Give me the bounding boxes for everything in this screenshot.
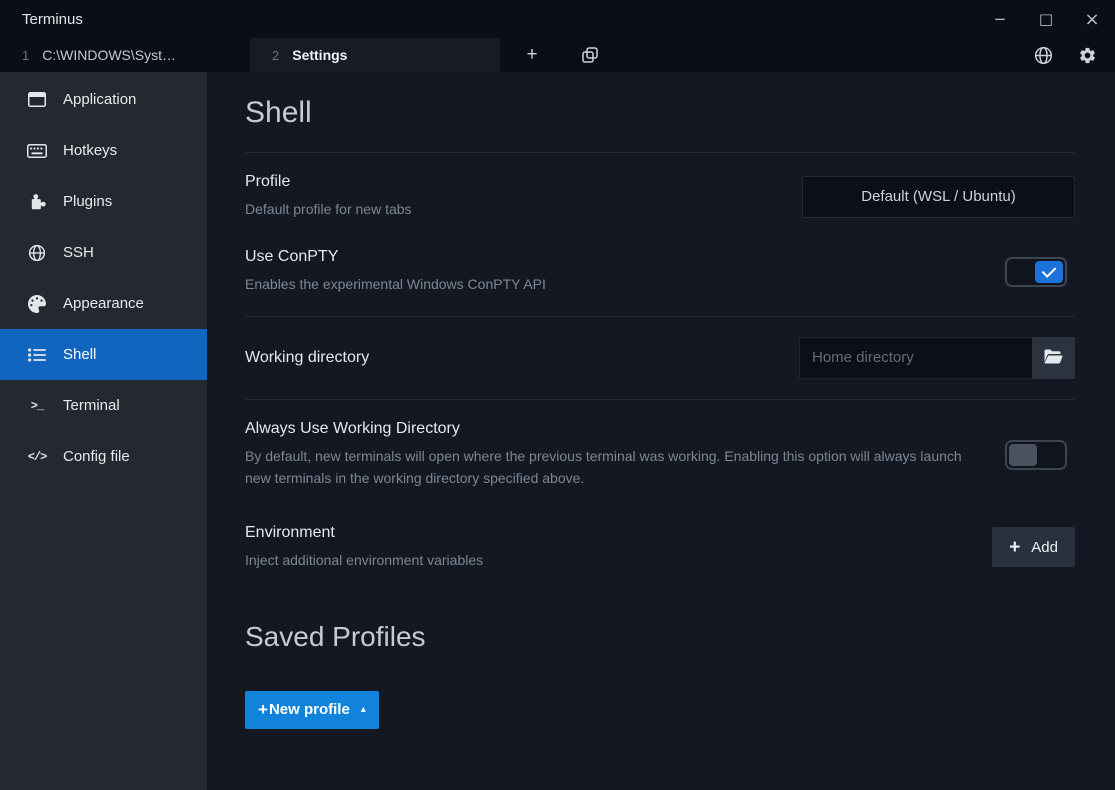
code-icon: </> — [27, 449, 48, 464]
setting-row-working-directory: Working directory — [245, 317, 1075, 399]
tab-label: Settings — [292, 47, 348, 63]
palette-icon — [26, 294, 48, 313]
close-button[interactable]: × — [1069, 0, 1115, 38]
toggle-knob — [1035, 261, 1063, 284]
titlebar[interactable]: Terminus − □ × — [0, 0, 1115, 38]
sidebar-item-ssh[interactable]: SSH — [0, 227, 207, 278]
profile-select-button[interactable]: Default (WSL / Ubuntu) — [802, 175, 1075, 218]
sidebar-item-config-file[interactable]: </> Config file — [0, 431, 207, 482]
add-button-label: Add — [1031, 538, 1058, 556]
settings-content: Shell Profile Default profile for new ta… — [207, 72, 1115, 790]
setting-description: Inject additional environment variables — [245, 551, 484, 568]
tab-label: C:\WINDOWS\Syst… — [42, 47, 177, 63]
plus-icon: + — [1009, 536, 1021, 558]
duplicate-tab-button[interactable] — [568, 38, 612, 72]
caret-up-icon: ▴ — [360, 704, 366, 716]
keyboard-icon — [26, 143, 48, 158]
maximize-button[interactable]: □ — [1023, 0, 1069, 38]
sidebar-item-label: Application — [63, 91, 137, 108]
tab-bar: 1 C:\WINDOWS\Syst… 2 Settings + — [0, 38, 1115, 72]
setting-label: Working directory — [245, 348, 370, 366]
setting-row-profile: Profile Default profile for new tabs Def… — [245, 153, 1075, 240]
sidebar-item-label: SSH — [63, 244, 94, 261]
new-tab-button[interactable]: + — [510, 38, 554, 72]
setting-description: Enables the experimental Windows ConPTY … — [245, 276, 546, 293]
setting-label: Use ConPTY — [245, 248, 339, 266]
tab-index: 2 — [272, 47, 280, 63]
gear-icon — [1078, 46, 1097, 65]
window-title: Terminus — [22, 10, 83, 28]
sidebar-item-appearance[interactable]: Appearance — [0, 278, 207, 329]
setting-label: Environment — [245, 523, 335, 541]
list-icon — [26, 347, 48, 362]
sidebar-item-label: Hotkeys — [63, 142, 118, 159]
browse-folder-button[interactable] — [1032, 336, 1075, 379]
tabbar-right-icons — [1021, 38, 1109, 72]
setting-row-environment: Environment Inject additional environmen… — [245, 510, 1075, 591]
sidebar-item-terminal[interactable]: >_ Terminal — [0, 380, 207, 431]
globe-icon — [26, 244, 48, 262]
settings-gear-button[interactable] — [1065, 38, 1109, 72]
setting-description: Default profile for new tabs — [245, 201, 412, 217]
setting-row-conpty: Use ConPTY Enables the experimental Wind… — [245, 240, 1075, 315]
saved-profiles-heading: Saved Profiles — [245, 620, 426, 652]
always-working-directory-toggle[interactable] — [1005, 439, 1067, 470]
sidebar-item-label: Appearance — [63, 295, 144, 312]
minimize-button[interactable]: − — [977, 0, 1023, 38]
working-directory-input-group — [799, 336, 1075, 379]
sidebar-item-label: Shell — [63, 346, 97, 363]
tabbar-spacer — [612, 38, 1021, 72]
add-environment-button[interactable]: + Add — [992, 527, 1075, 568]
folder-icon — [1044, 349, 1063, 367]
terminal-icon: >_ — [30, 398, 44, 413]
sidebar-item-application[interactable]: Application — [0, 74, 207, 125]
setting-description: By default, new terminals will open wher… — [245, 447, 962, 487]
plus-icon: + — [258, 699, 268, 719]
sidebar-item-shell[interactable]: Shell — [0, 329, 207, 380]
tab-index: 1 — [22, 47, 30, 63]
working-directory-input[interactable] — [799, 336, 1032, 379]
setting-label: Always Use Working Directory — [245, 419, 460, 437]
sidebar-item-hotkeys[interactable]: Hotkeys — [0, 125, 207, 176]
sidebar-item-label: Config file — [63, 448, 130, 465]
window-icon — [26, 92, 48, 107]
tab-settings[interactable]: 2 Settings — [250, 38, 500, 72]
page-title: Shell — [245, 96, 312, 129]
setting-row-always-working-directory: Always Use Working Directory By default,… — [245, 400, 1075, 510]
settings-sidebar: Application Hotkeys Plugins SSH Appearan… — [0, 72, 207, 790]
toggle-knob — [1009, 443, 1037, 466]
new-profile-label: New profile — [268, 701, 350, 719]
setting-label: Profile — [245, 173, 291, 190]
sidebar-item-plugins[interactable]: Plugins — [0, 176, 207, 227]
duplicate-icon — [582, 47, 598, 63]
app-body: Application Hotkeys Plugins SSH Appearan… — [0, 72, 1115, 790]
conpty-toggle[interactable] — [1005, 257, 1067, 288]
puzzle-icon — [26, 192, 48, 211]
sidebar-item-label: Plugins — [63, 193, 113, 210]
globe-button[interactable] — [1021, 38, 1065, 72]
terminus-window: Terminus − □ × 1 C:\WINDOWS\Syst… 2 Sett… — [0, 0, 1115, 790]
tab-terminal[interactable]: 1 C:\WINDOWS\Syst… — [0, 38, 250, 72]
new-profile-button[interactable]: + New profile ▴ — [245, 690, 379, 729]
globe-icon — [1034, 46, 1053, 65]
sidebar-item-label: Terminal — [63, 397, 120, 414]
window-controls: − □ × — [977, 0, 1115, 38]
